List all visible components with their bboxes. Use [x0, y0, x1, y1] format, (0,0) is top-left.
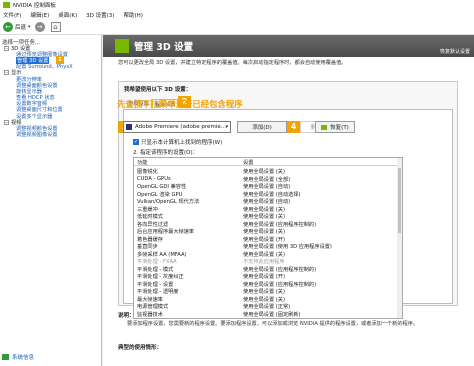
show-only-label: 只显示本计算机上找到的程序(W)	[141, 140, 223, 146]
back-label: 后退	[15, 25, 27, 31]
table-row[interactable]: OpenGL 渲染 GPU 使用全局设置 (自动选择)	[134, 190, 402, 198]
table-scrollbar[interactable]	[397, 158, 402, 318]
table-row[interactable]: 垂直同步 使用全局设置 (使用 3D 应用程序设置)	[134, 242, 402, 250]
collapse-toggle-icon[interactable]: −	[4, 70, 9, 76]
table-row[interactable]: CUDA - GPUs 使用全局设置 (全部)	[134, 175, 402, 183]
forward-button[interactable]: →	[34, 22, 45, 32]
home-icon[interactable]: ⌂	[50, 22, 61, 32]
back-button[interactable]: ← 后退 ▾	[3, 22, 31, 32]
collapse-toggle-icon[interactable]: −	[4, 119, 9, 125]
sidebar-item[interactable]: 调整视频图像设置	[2, 132, 101, 138]
info-icon	[2, 354, 9, 360]
nvidia-logo-icon	[321, 124, 328, 130]
collapse-toggle-icon[interactable]: −	[4, 45, 9, 51]
page-banner: 管理 3D 设置 恢复默认设置	[103, 35, 474, 57]
menu-help[interactable]: 帮助(H)	[123, 11, 142, 19]
table-row[interactable]: 平滑处理 - 灰度纠正 使用全局设置 (开)	[134, 272, 402, 280]
show-only-checkbox[interactable]: ✓ 只显示本计算机上找到的程序(W)	[133, 138, 222, 146]
table-row[interactable]: 平滑处理 - FXAA 不支持此应用程序	[134, 257, 402, 265]
menu-3d-settings[interactable]: 3D 设置(3)	[86, 11, 114, 19]
table-row[interactable]: 各向异性过滤 使用全局设置 (应用程序控制的)	[134, 220, 402, 228]
restore-label: 恢复(T)	[330, 125, 349, 131]
toolbar: ← 后退 ▾ → ⌂	[0, 20, 474, 35]
table-row[interactable]: 监视器技术 使用全局设置 (固定刷新)	[134, 310, 402, 318]
page-title: 管理 3D 设置	[134, 42, 194, 53]
table-row[interactable]: 多帧采样 AA (MFAA) 使用全局设置 (关)	[134, 250, 402, 258]
forward-arrow-icon: →	[34, 22, 45, 32]
add-program-button[interactable]: 添加(D)	[237, 121, 287, 133]
panel-heading: 我希望使用以下 3D 设置：	[124, 87, 192, 93]
header-feature: 功能	[137, 160, 148, 166]
system-info-label: 系统信息	[12, 355, 35, 361]
chevron-down-icon: ▾	[28, 24, 31, 30]
table-row[interactable]: 最大帧速率 使用全局设置 (关)	[134, 295, 402, 303]
checkmark-icon: ✓	[133, 139, 139, 145]
nvidia-logo-icon	[3, 2, 10, 8]
program-select[interactable]: Adobe Premiere (adobe premie... ▾	[123, 121, 231, 133]
table-row[interactable]: 平滑处理 - 设置 使用全局设置 (应用程序控制的)	[134, 280, 402, 288]
restore-button[interactable]: 恢复(T)	[315, 121, 355, 133]
page-description: 您可以更改全局 3D 设置，并建立特定程序的覆盖值。每次启动指定程序时，都会自动…	[118, 60, 347, 66]
menu-desktop[interactable]: 桌面(K)	[58, 11, 77, 19]
table-row[interactable]: 平滑处理 - 透明度 使用全局设置 (关)	[134, 287, 402, 295]
menu-bar: 文件(F) 编辑(E) 桌面(K) 3D 设置(3) 帮助(H)	[0, 10, 474, 20]
main-content: 管理 3D 设置 恢复默认设置 您可以更改全局 3D 设置，并建立特定程序的覆盖…	[103, 35, 474, 366]
scroll-thumb[interactable]	[398, 168, 401, 233]
step-hint-text: 先查找下拉菜单是否已经包含程序	[117, 99, 243, 109]
table-row[interactable]: 图像锐化 使用全局设置 (关)	[134, 167, 402, 175]
table-row[interactable]: OpenGL GDI 兼容性 使用全局设置 (自动)	[134, 182, 402, 190]
table-row[interactable]: Vulkan/OpenGL 现代方法 使用全局设置 (自动)	[134, 197, 402, 205]
sidebar-item-label: 调整视频图像设置	[16, 132, 58, 139]
table-row[interactable]: 三重缓冲 使用全局设置 (关)	[134, 205, 402, 213]
title-bar: NVIDIA 控制面板	[0, 0, 474, 10]
system-info-link[interactable]: 系统信息	[2, 353, 34, 361]
feature-cell: CUDA - GPUs	[137, 175, 171, 182]
restore-defaults-link[interactable]: 恢复默认设置	[440, 48, 470, 55]
spec-settings-label: 2. 指定该程序的设置(O)：	[133, 150, 199, 156]
explain-text: 要添加程序设置，您需要新的程序设置。要添加程序设置，可以添加或浏览 NVIDIA…	[127, 321, 419, 327]
chevron-down-icon: ▾	[225, 124, 228, 130]
feature-cell: 监视器技术	[137, 311, 163, 318]
menu-edit[interactable]: 编辑(E)	[30, 11, 49, 19]
back-arrow-icon: ←	[3, 22, 13, 32]
program-select-value: Adobe Premiere (adobe premie...	[135, 124, 226, 130]
setting-cell[interactable]: 使用全局设置 (固定刷新)	[243, 311, 301, 318]
premiere-app-icon	[126, 124, 132, 130]
window-title: NVIDIA 控制面板	[13, 3, 56, 9]
menu-file[interactable]: 文件(F)	[3, 11, 21, 19]
table-row[interactable]: 平滑处理 - 模式 使用全局设置 (应用程序控制的)	[134, 265, 402, 273]
table-row[interactable]: 后台应用程序最大帧速率 使用全局设置 (关)	[134, 227, 402, 235]
settings-logo-icon	[115, 39, 129, 53]
table-row[interactable]: 低延时模式 使用全局设置 (关)	[134, 212, 402, 220]
step-badge-4: 4	[287, 121, 300, 133]
settings-table: 功能 设置 图像锐化 使用全局设置 (关) CUDA - GPUs 使用全局设置 (全…	[133, 157, 403, 319]
task-sidebar: 选择一项任务... −3D 设置 通过预览调整图像设置 管理 3D 设置 1 配置 Su…	[0, 35, 102, 366]
task-tree: −3D 设置 通过预览调整图像设置 管理 3D 设置 1 配置 Surround、Phy…	[2, 45, 101, 138]
explain-title: 说明：	[118, 313, 135, 319]
table-header: 功能 设置	[134, 158, 402, 166]
header-setting: 设置	[243, 160, 254, 166]
table-row[interactable]: 着色器缓存 使用全局设置 (开)	[134, 235, 402, 243]
table-row[interactable]: 电源管理模式 使用全局设置 (正常)	[134, 302, 402, 310]
typical-use-title: 典型的使用情形：	[118, 345, 163, 351]
